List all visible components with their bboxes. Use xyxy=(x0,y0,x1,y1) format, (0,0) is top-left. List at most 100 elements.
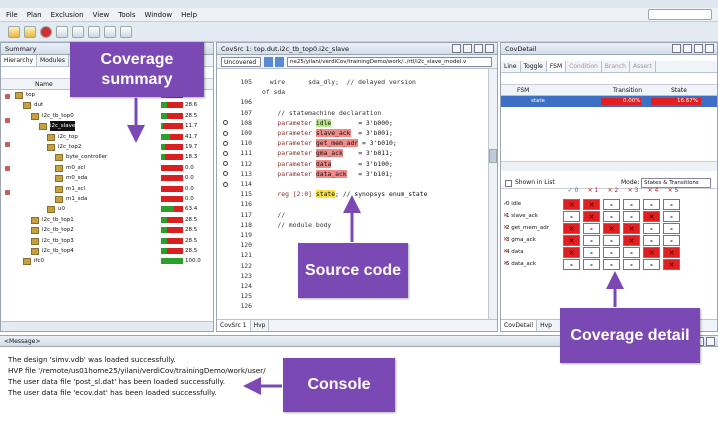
coverage-highlight[interactable]: get_mem_adr xyxy=(315,139,359,148)
shown-in-list-checkbox[interactable] xyxy=(505,180,512,187)
matrix-cell[interactable]: - xyxy=(663,235,680,246)
menu-window[interactable]: Window xyxy=(144,11,172,19)
detail-float-icon[interactable] xyxy=(683,44,692,53)
matrix-cell[interactable]: - xyxy=(603,211,620,222)
code-line[interactable]: parameter get_mem_adr = 3'b010; xyxy=(262,139,397,148)
breakpoint-marker[interactable] xyxy=(223,181,228,187)
detail-maximize-icon[interactable] xyxy=(705,44,714,53)
matrix-cell[interactable]: ✕ xyxy=(623,223,640,234)
tree-row[interactable]: i2c_top 41.7 xyxy=(1,132,210,142)
menu-help[interactable]: Help xyxy=(181,11,197,19)
tree-row[interactable]: byte_controller 18.3 xyxy=(1,152,210,162)
code-line[interactable]: // xyxy=(262,211,285,219)
tree-row[interactable]: i2c_top2 19.7 xyxy=(1,142,210,152)
state-col-header[interactable]: State xyxy=(671,85,687,96)
arrow-icon[interactable] xyxy=(88,25,100,38)
tree-row[interactable]: i2c_slave 11.7 xyxy=(1,121,210,132)
matrix-cell[interactable]: - xyxy=(603,247,620,258)
tab-assert[interactable]: Assert xyxy=(630,61,656,72)
fsm-state-label[interactable]: 4 data xyxy=(506,247,524,258)
coverage-highlight[interactable]: slave_ack xyxy=(315,129,351,137)
coverage-highlight[interactable]: idle xyxy=(315,118,332,127)
forward-icon[interactable] xyxy=(275,57,284,67)
tree-row[interactable]: i2c_tb_top1 28.5 xyxy=(1,215,210,225)
float-icon[interactable] xyxy=(463,44,472,53)
matrix-cell[interactable]: ✕ xyxy=(663,259,680,270)
fsm-state-label[interactable]: 5 data_ack xyxy=(506,259,536,270)
matrix-cell[interactable]: - xyxy=(623,259,640,270)
menu-view[interactable]: View xyxy=(93,11,110,19)
matrix-cell[interactable]: ✕ xyxy=(643,247,660,258)
matrix-cell[interactable]: - xyxy=(583,259,600,270)
fsm-row-state[interactable]: state 0.00% 16.67% xyxy=(501,96,717,107)
tree-row[interactable]: ifc0 100.0 xyxy=(1,256,210,266)
back-icon[interactable] xyxy=(264,57,273,67)
code-line[interactable]: parameter idle = 3'b000; xyxy=(262,118,393,127)
report-icon[interactable] xyxy=(120,25,132,38)
tree-row[interactable]: m1_scl 0.0 xyxy=(1,184,210,194)
matrix-cell[interactable]: - xyxy=(583,223,600,234)
code-line[interactable]: // module body xyxy=(262,221,331,229)
source-scrollbar[interactable] xyxy=(488,69,497,321)
fsm-state-label[interactable]: 2 get_mem_adr xyxy=(506,223,549,234)
matrix-cell[interactable]: - xyxy=(563,211,580,222)
matrix-cell[interactable]: - xyxy=(603,199,620,210)
matrix-cell[interactable]: - xyxy=(663,223,680,234)
matrix-cell[interactable]: ✕ xyxy=(603,223,620,234)
maximize-icon[interactable] xyxy=(485,44,494,53)
coverage-filter-dropdown[interactable]: Uncovered xyxy=(221,57,261,67)
tab-modules[interactable]: Modules xyxy=(37,55,69,66)
matrix-cell[interactable]: - xyxy=(583,235,600,246)
code-line[interactable]: parameter data = 3'b100; xyxy=(262,159,393,168)
file-path-field[interactable]: ne25/yilani/verdiCov/trainingDemo/work/.… xyxy=(287,57,492,67)
coverage-highlight[interactable]: gma_ack xyxy=(315,149,343,158)
detail-pin-icon[interactable] xyxy=(672,44,681,53)
tree-row[interactable]: i2c_tb_top2 28.5 xyxy=(1,225,210,235)
tab-branch[interactable]: Branch xyxy=(602,61,630,72)
menu-exclusion[interactable]: Exclusion xyxy=(51,11,84,19)
tree-row[interactable]: u0 63.4 xyxy=(1,204,210,214)
matrix-cell[interactable]: ✕ xyxy=(583,199,600,210)
matrix-cell[interactable]: - xyxy=(643,235,660,246)
tab-line[interactable]: Line xyxy=(501,61,521,72)
matrix-cell[interactable]: - xyxy=(623,247,640,258)
matrix-cell[interactable]: - xyxy=(643,259,660,270)
tree-row[interactable]: m0_scl 0.0 xyxy=(1,163,210,173)
menu-file[interactable]: File xyxy=(6,11,18,19)
filter-icon[interactable] xyxy=(104,25,116,38)
tab-toggle[interactable]: Toggle xyxy=(521,61,547,72)
matrix-cell[interactable]: - xyxy=(663,211,680,222)
code-line[interactable]: of sda xyxy=(262,88,285,96)
matrix-cell[interactable]: ✕ xyxy=(563,223,580,234)
code-line[interactable]: parameter slave_ack = 3'b001; xyxy=(262,129,393,137)
matrix-cell[interactable]: - xyxy=(643,199,660,210)
transition-col-header[interactable]: Transition xyxy=(613,85,642,96)
tree-row[interactable]: m1_sda 0.0 xyxy=(1,194,210,204)
matrix-cell[interactable]: ✕ xyxy=(643,211,660,222)
breakpoint-marker[interactable] xyxy=(223,140,228,146)
search-input[interactable] xyxy=(648,9,712,20)
tab-fsm[interactable]: FSM xyxy=(546,61,567,72)
tool-icon[interactable] xyxy=(56,25,68,38)
tab-hierarchy[interactable]: Hierarchy xyxy=(1,55,38,66)
console-maximize-icon[interactable] xyxy=(706,337,715,346)
matrix-cell[interactable]: ✕ xyxy=(563,235,580,246)
matrix-cell[interactable]: - xyxy=(603,235,620,246)
coverage-highlight[interactable]: data xyxy=(315,159,332,168)
code-line[interactable]: // statemachine declaration xyxy=(262,109,381,117)
matrix-cell[interactable]: - xyxy=(643,223,660,234)
tree-row[interactable]: m0_sda 0.0 xyxy=(1,173,210,183)
code-line[interactable]: reg [2:0] state; // synopsys enum_state xyxy=(262,190,427,199)
tab-covsrc1[interactable]: CovSrc 1 xyxy=(217,320,251,331)
tree-row[interactable]: i2c_tb_top3 28.5 xyxy=(1,236,210,246)
matrix-cell[interactable]: ✕ xyxy=(563,199,580,210)
matrix-cell[interactable]: - xyxy=(623,211,640,222)
matrix-cell[interactable]: - xyxy=(563,259,580,270)
code-line[interactable]: parameter gma_ack = 3'b011; xyxy=(262,149,393,158)
matrix-cell[interactable]: ✕ xyxy=(663,247,680,258)
stop-icon[interactable] xyxy=(40,25,52,38)
matrix-cell[interactable]: - xyxy=(623,199,640,210)
breakpoint-marker[interactable] xyxy=(223,130,228,136)
coverage-highlight[interactable]: data_ack xyxy=(315,169,347,178)
horizontal-scrollbar[interactable] xyxy=(1,321,213,331)
